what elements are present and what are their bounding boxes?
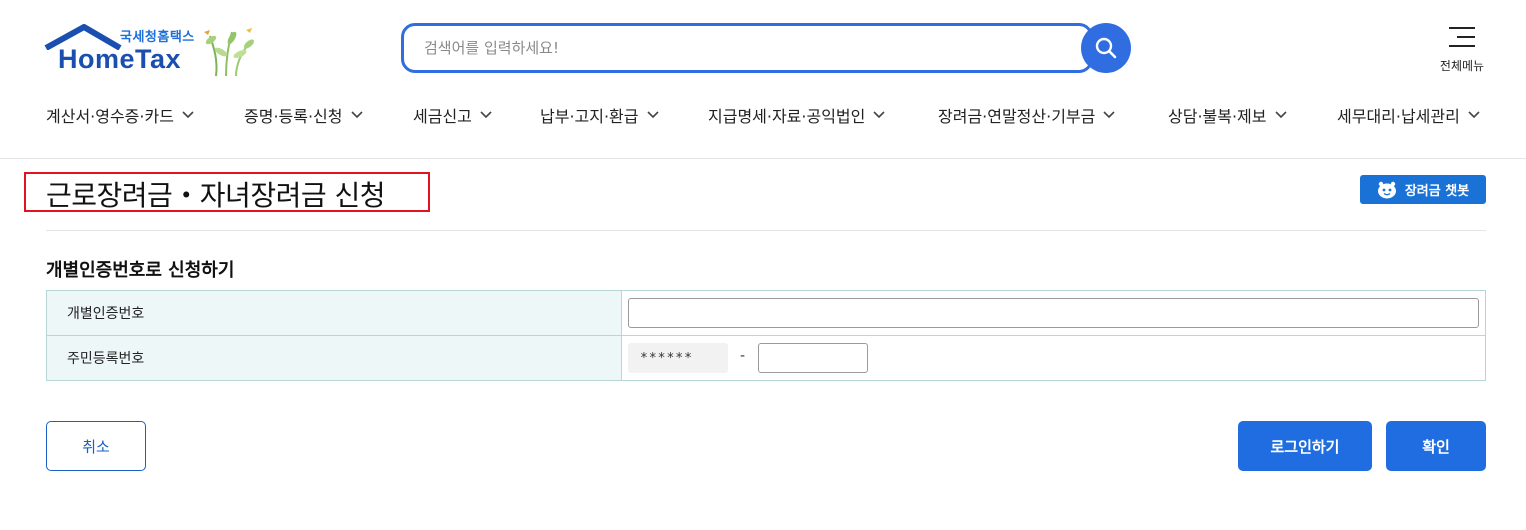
- search-button[interactable]: [1081, 23, 1131, 73]
- nav-item-invoice-receipt-card[interactable]: 계산서·영수증·카드: [46, 103, 194, 127]
- nav-item-tax-return[interactable]: 세금신고: [413, 103, 492, 127]
- nav-item-payment-refund[interactable]: 납부·고지·환급: [540, 103, 659, 127]
- confirm-button[interactable]: 확인: [1386, 421, 1486, 471]
- title-divider: [46, 230, 1486, 231]
- chevron-down-icon: [1103, 111, 1115, 119]
- main-nav: 계산서·영수증·카드 증명·등록·신청 세금신고 납부·고지·환급 지급명세·자…: [46, 103, 1486, 133]
- incentive-chatbot-button[interactable]: 장려금 챗봇: [1360, 175, 1486, 204]
- form-label-cert-number: 개별인증번호: [47, 291, 622, 335]
- rrn-dash: -: [740, 348, 746, 364]
- chevron-down-icon: [646, 111, 659, 119]
- nav-item-label: 상담·불복·제보: [1168, 107, 1267, 126]
- form-value-cert-number: [622, 291, 1485, 335]
- rrn-back-input[interactable]: [758, 343, 868, 373]
- cert-number-input[interactable]: [628, 298, 1479, 328]
- chevron-down-icon: [350, 111, 363, 119]
- chatbot-icon: [1377, 181, 1396, 198]
- nav-item-label: 납부·고지·환급: [540, 107, 639, 126]
- section-title: 개별인증번호로 신청하기: [46, 260, 235, 281]
- chevron-down-icon: [1274, 111, 1287, 119]
- hometax-logo[interactable]: 국세청홈택스 HomeTax: [44, 24, 264, 80]
- login-button[interactable]: 로그인하기: [1238, 421, 1372, 471]
- form-label-rrn: 주민등록번호: [47, 336, 622, 380]
- nav-item-payment-statement[interactable]: 지급명세·자료·공익법인: [708, 103, 885, 127]
- brand-subtitle: 국세청홈택스: [120, 30, 195, 45]
- nav-item-consult-appeal[interactable]: 상담·불복·제보: [1168, 103, 1287, 127]
- rrn-front-field: ******: [628, 343, 728, 373]
- search-icon: [1095, 37, 1117, 59]
- chevron-down-icon: [480, 111, 492, 119]
- nav-item-label: 지급명세·자료·공익법인: [708, 107, 866, 126]
- chatbot-button-label: 장려금 챗봇: [1404, 184, 1470, 199]
- form-row-cert-number: 개별인증번호: [47, 291, 1485, 336]
- search-input[interactable]: [404, 26, 1044, 70]
- page-title: 근로장려금・자녀장려금 신청: [46, 179, 386, 212]
- nav-item-label: 계산서·영수증·카드: [46, 107, 174, 126]
- search-bar: [401, 23, 1131, 73]
- auth-form-table: 개별인증번호 주민등록번호 ****** -: [46, 290, 1486, 381]
- nav-item-incentive-yearend[interactable]: 장려금·연말정산·기부금: [938, 103, 1115, 127]
- nav-item-label: 증명·등록·신청: [244, 107, 343, 126]
- plant-icon: [204, 28, 254, 77]
- nav-item-label: 장려금·연말정산·기부금: [938, 107, 1096, 126]
- brand-name: HomeTax: [58, 44, 182, 74]
- search-box: [401, 23, 1093, 73]
- chevron-down-icon: [182, 111, 194, 119]
- all-menu-label: 전체메뉴: [1439, 59, 1485, 73]
- nav-item-label: 세무대리·납세관리: [1337, 107, 1460, 126]
- chevron-down-icon: [1468, 111, 1480, 119]
- form-value-rrn: ****** -: [622, 336, 1485, 380]
- form-row-rrn: 주민등록번호 ****** -: [47, 336, 1485, 380]
- all-menu-button[interactable]: 전체메뉴: [1432, 24, 1492, 74]
- cancel-button[interactable]: 취소: [46, 421, 146, 471]
- chevron-down-icon: [873, 111, 885, 119]
- nav-item-certificate-registration[interactable]: 증명·등록·신청: [244, 103, 363, 127]
- hamburger-menu-icon: [1449, 27, 1475, 47]
- nav-divider: [0, 158, 1526, 159]
- nav-item-tax-agent[interactable]: 세무대리·납세관리: [1337, 103, 1480, 127]
- nav-item-label: 세금신고: [413, 107, 472, 126]
